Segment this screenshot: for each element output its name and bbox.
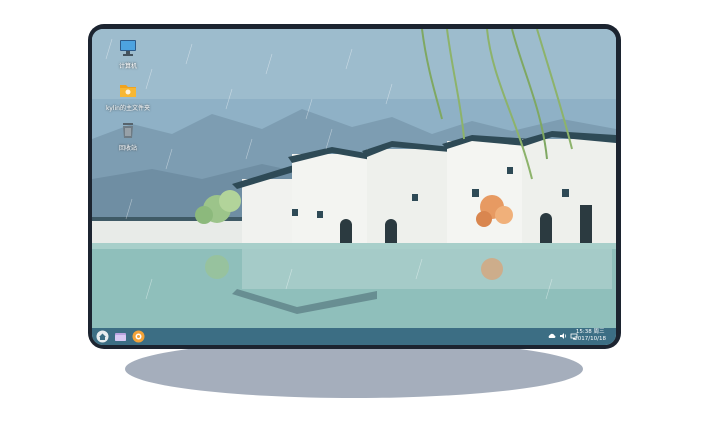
trash-icon xyxy=(123,123,133,138)
desktop-icon-label: kylin的主文件夹 xyxy=(106,105,150,112)
start-menu-icon[interactable] xyxy=(96,330,109,343)
taskbar: 15:38 周三 2017/10/18 xyxy=(92,328,616,345)
clock-time: 15:38 周三 xyxy=(575,329,605,335)
file-manager-icon[interactable] xyxy=(114,330,127,343)
desktop-icon-home-folder[interactable]: kylin的主文件夹 xyxy=(106,81,150,112)
cloud-icon[interactable] xyxy=(548,332,556,340)
clock-date: 2017/10/18 xyxy=(574,336,606,342)
folder-icon xyxy=(120,85,136,97)
clock[interactable]: 15:38 周三 2017/10/18 xyxy=(574,329,606,343)
desktop-screen: 计算机 kylin的主文件夹 回收站 15:38 周三 2017/10/18 xyxy=(92,29,616,345)
computer-icon xyxy=(120,40,136,56)
volume-icon[interactable] xyxy=(559,332,567,340)
desktop-icon-label: 计算机 xyxy=(118,63,137,70)
desktop-icon-trash[interactable]: 回收站 xyxy=(106,121,150,152)
desktop-icon-computer[interactable]: 计算机 xyxy=(106,39,150,70)
desktop-icon-label: 回收站 xyxy=(118,145,137,152)
wallpaper xyxy=(92,29,616,345)
browser-icon[interactable] xyxy=(132,330,145,343)
